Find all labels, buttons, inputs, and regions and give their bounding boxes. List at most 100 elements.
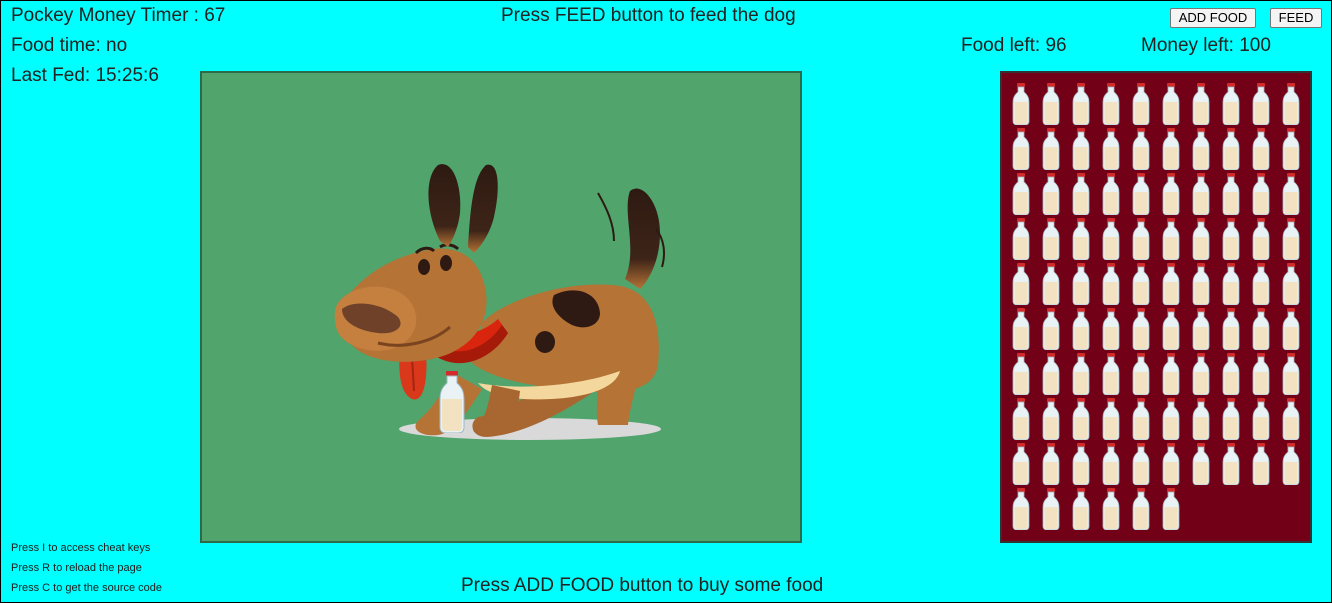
food-bottle-icon [1252,353,1270,395]
food-bottle-icon [1102,308,1120,350]
food-bottle-icon [1162,83,1180,125]
food-bottle-icon [1252,83,1270,125]
food-bottle-icon [1162,353,1180,395]
milk-bottle-icon[interactable] [438,371,466,433]
food-bottle-icon [1252,308,1270,350]
food-bottle-icon [1042,308,1060,350]
food-bottle-icon [1072,443,1090,485]
food-bottle-icon [1192,218,1210,260]
food-bottle-icon [1102,263,1120,305]
food-bottle-icon [1192,443,1210,485]
food-bottle-icon [1102,173,1120,215]
food-bottle-icon [1282,173,1300,215]
food-time-status: Food time: no [11,35,128,56]
food-pantry [1000,71,1312,543]
food-bottle-icon [1072,173,1090,215]
food-bottle-icon [1282,83,1300,125]
food-bottle-icon [1102,218,1120,260]
food-bottle-icon [1042,128,1060,170]
food-bottle-icon [1162,263,1180,305]
food-bottle-icon [1132,398,1150,440]
food-bottle-icon [1102,128,1120,170]
food-bottle-icon [1072,398,1090,440]
food-bottle-icon [1072,83,1090,125]
food-bottle-icon [1132,308,1150,350]
food-bottle-icon [1282,308,1300,350]
food-bottle-icon [1162,398,1180,440]
food-bottle-icon [1222,263,1240,305]
food-bottle-icon [1222,308,1240,350]
food-bottle-icon [1102,353,1120,395]
food-bottle-icon [1012,218,1030,260]
food-bottle-icon [1132,488,1150,530]
food-bottle-icon [1162,308,1180,350]
food-bottle-icon [1102,83,1120,125]
food-bottle-icon [1222,398,1240,440]
food-bottle-icon [1222,173,1240,215]
food-bottle-icon [1042,488,1060,530]
food-bottle-icon [1072,263,1090,305]
food-bottle-icon [1072,128,1090,170]
food-bottle-icon [1192,128,1210,170]
food-bottle-icon [1282,398,1300,440]
food-bottle-icon [1162,128,1180,170]
dog-scene [200,71,802,543]
food-bottle-icon [1252,218,1270,260]
food-bottle-icon [1132,173,1150,215]
food-bottle-icon [1282,128,1300,170]
food-bottle-icon [1192,398,1210,440]
food-bottle-icon [1162,173,1180,215]
food-bottle-icon [1072,308,1090,350]
food-bottle-icon [1042,398,1060,440]
food-bottle-icon [1162,443,1180,485]
food-bottle-icon [1012,83,1030,125]
food-bottle-icon [1072,218,1090,260]
food-bottle-icon [1012,488,1030,530]
feed-instruction: Press FEED button to feed the dog [501,5,796,26]
food-bottle-icon [1072,488,1090,530]
food-bottle-icon [1102,443,1120,485]
food-bottle-icon [1132,443,1150,485]
food-bottle-icon [1192,173,1210,215]
food-bottle-icon [1132,263,1150,305]
food-bottle-icon [1132,218,1150,260]
feed-button[interactable]: FEED [1270,8,1322,28]
food-bottle-icon [1222,353,1240,395]
food-bottle-icon [1252,398,1270,440]
food-bottle-icon [1222,83,1240,125]
dog-sprite [334,164,665,440]
food-bottle-icon [1192,308,1210,350]
food-bottle-icon [1252,443,1270,485]
pocket-money-timer: Pockey Money Timer : 67 [11,5,226,26]
food-bottle-icon [1042,263,1060,305]
food-bottle-icon [1192,353,1210,395]
food-bottle-icon [1042,218,1060,260]
food-bottle-icon [1192,263,1210,305]
add-food-button[interactable]: ADD FOOD [1170,8,1256,28]
food-bottle-icon [1132,83,1150,125]
food-bottle-icon [1042,443,1060,485]
food-bottle-icon [1012,128,1030,170]
food-bottle-icon [1102,488,1120,530]
last-fed-time: Last Fed: 15:25:6 [11,65,159,86]
cheat-keys-hint: Press I to access cheat keys [11,542,151,554]
food-bottle-icon [1012,308,1030,350]
food-bottle-icon [1162,218,1180,260]
food-bottle-icon [1282,443,1300,485]
food-bottle-icon [1282,263,1300,305]
food-bottle-icon [1132,128,1150,170]
food-bottle-icon [1012,353,1030,395]
food-bottle-icon [1102,398,1120,440]
food-bottle-icon [1252,263,1270,305]
food-bottle-icon [1072,353,1090,395]
food-bottle-icon [1132,353,1150,395]
food-bottle-icon [1252,128,1270,170]
food-bottle-icon [1252,173,1270,215]
reload-hint: Press R to reload the page [11,562,142,574]
food-bottle-icon [1012,263,1030,305]
food-bottle-icon [1012,398,1030,440]
food-bottle-icon [1012,443,1030,485]
food-bottle-icon [1042,83,1060,125]
add-food-instruction: Press ADD FOOD button to buy some food [461,575,824,596]
food-left-counter: Food left: 96 [961,35,1067,56]
